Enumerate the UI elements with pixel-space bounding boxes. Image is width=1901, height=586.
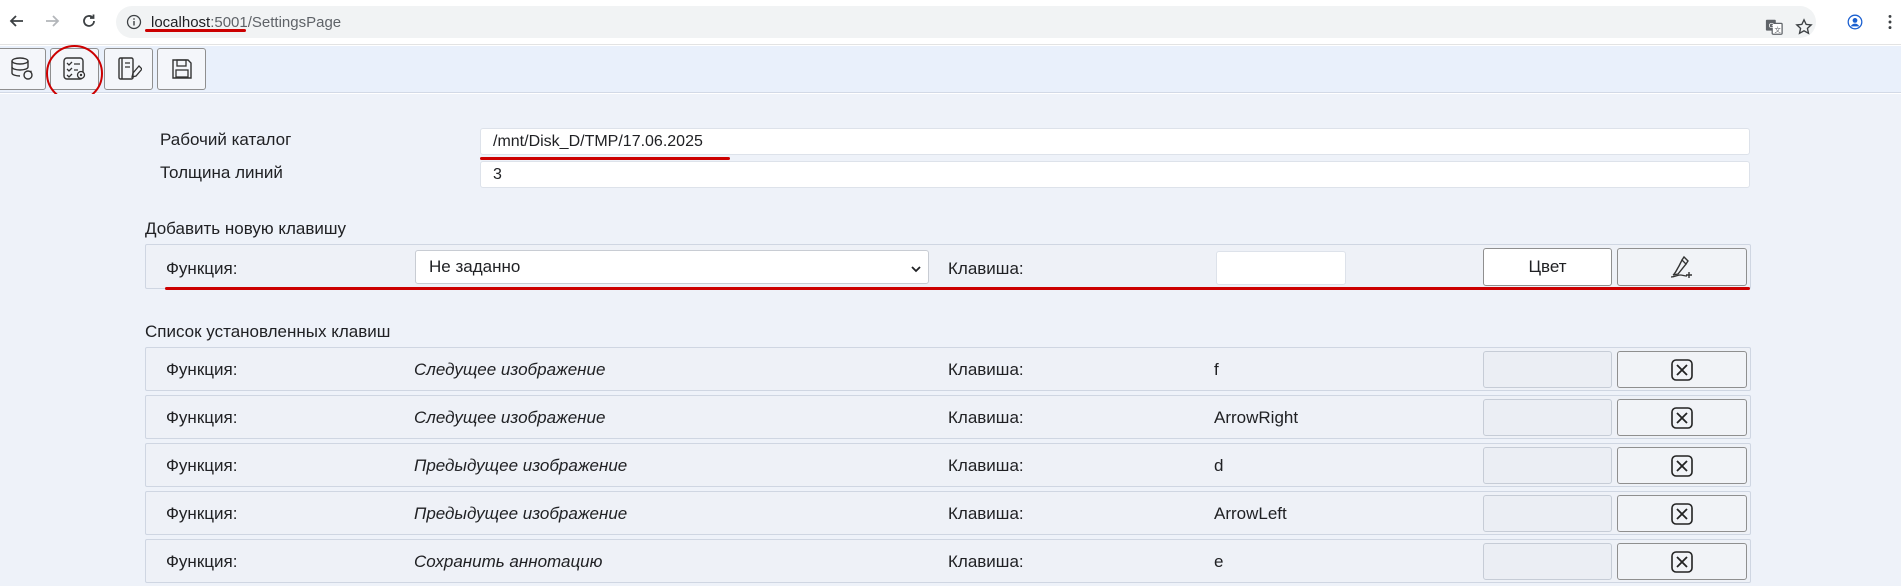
function-label: Функция: [166, 408, 238, 427]
chevron-down-icon [911, 266, 921, 273]
browser-bar: localhost:5001/SettingsPage G文 [0, 0, 1901, 45]
svg-text:文: 文 [1774, 25, 1781, 34]
url-path: /SettingsPage [247, 14, 342, 31]
key-label: Клавиша: [948, 408, 1024, 427]
reload-icon[interactable] [78, 10, 100, 32]
line-width-input[interactable]: 3 [480, 161, 1750, 188]
function-label: Функция: [166, 456, 238, 475]
svg-text:G: G [1769, 21, 1775, 30]
color-button[interactable]: Цвет [1483, 248, 1612, 286]
key-row-function: Следущее изображение [414, 408, 606, 427]
delete-key-button[interactable] [1617, 351, 1747, 388]
signature-add-icon [1670, 255, 1692, 278]
key-label: Клавиша: [948, 504, 1024, 523]
more-vert-icon[interactable] [1882, 11, 1898, 33]
function-select-value: Не заданно [429, 257, 521, 276]
key-row-key: ArrowLeft [1214, 504, 1287, 523]
key-row: Функция: Предыдущее изображение Клавиша:… [145, 443, 1751, 487]
key-row-key: d [1214, 456, 1224, 475]
function-label: Функция: [166, 504, 238, 523]
delete-key-button[interactable] [1617, 399, 1747, 436]
notes-edit-icon[interactable] [104, 48, 153, 90]
add-key-button[interactable] [1617, 248, 1747, 286]
settings-page: Рабочий каталог /mnt/Disk_D/TMP/17.06.20… [0, 94, 1901, 586]
delete-key-button[interactable] [1617, 447, 1747, 484]
function-label: Функция: [166, 259, 238, 278]
key-row: Функция: Сохранить аннотацию Клавиша: e [145, 539, 1751, 583]
key-row: Функция: Следущее изображение Клавиша: f [145, 347, 1751, 391]
key-color-swatch[interactable] [1483, 447, 1612, 484]
translate-icon[interactable]: G文 [1764, 17, 1784, 37]
key-color-swatch[interactable] [1483, 495, 1612, 532]
address-bar[interactable]: localhost:5001/SettingsPage G文 [116, 6, 1816, 38]
key-row-key: e [1214, 552, 1224, 571]
add-key-panel: Функция: Не заданно Клавиша: Цвет [145, 244, 1751, 289]
key-row: Функция: Предыдущее изображение Клавиша:… [145, 491, 1751, 535]
key-row-function: Следущее изображение [414, 360, 606, 379]
profile-icon[interactable] [1844, 11, 1866, 33]
key-label: Клавиша: [948, 360, 1024, 379]
key-label: Клавиша: [948, 456, 1024, 475]
key-row-function: Предыдущее изображение [414, 456, 628, 475]
close-box-icon [1671, 550, 1693, 573]
key-row-key: f [1214, 360, 1219, 379]
close-box-icon [1671, 502, 1693, 525]
info-icon[interactable] [126, 14, 142, 30]
key-color-swatch[interactable] [1483, 399, 1612, 436]
add-key-section-title: Добавить новую клавишу [145, 219, 346, 238]
key-color-swatch[interactable] [1483, 351, 1612, 388]
key-row-key: ArrowRight [1214, 408, 1299, 427]
star-icon[interactable] [1794, 17, 1814, 37]
work-dir-input[interactable]: /mnt/Disk_D/TMP/17.06.2025 [480, 128, 1750, 155]
close-box-icon [1671, 454, 1693, 477]
key-color-swatch[interactable] [1483, 543, 1612, 580]
work-dir-annotation-underline [480, 157, 730, 160]
key-row-function: Предыдущее изображение [414, 504, 628, 523]
app-toolbar [0, 46, 1901, 93]
key-label: Клавиша: [948, 552, 1024, 571]
save-icon[interactable] [157, 48, 206, 90]
database-icon[interactable] [0, 48, 46, 90]
function-select[interactable]: Не заданно [415, 250, 929, 284]
installed-keys-section-title: Список установленных клавиш [145, 322, 391, 341]
forward-arrow-icon[interactable] [41, 10, 63, 32]
close-box-icon [1671, 406, 1693, 429]
key-label: Клавиша: [948, 259, 1024, 278]
key-row-function: Сохранить аннотацию [414, 552, 603, 571]
line-width-label: Толщина линий [160, 163, 283, 182]
back-arrow-icon[interactable] [6, 10, 28, 32]
key-input[interactable] [1216, 251, 1346, 285]
key-row: Функция: Следущее изображение Клавиша: A… [145, 395, 1751, 439]
url-annotation-underline [145, 29, 246, 32]
function-label: Функция: [166, 360, 238, 379]
function-label: Функция: [166, 552, 238, 571]
delete-key-button[interactable] [1617, 495, 1747, 532]
close-box-icon [1671, 358, 1693, 381]
add-key-annotation-underline [165, 287, 1750, 290]
work-dir-label: Рабочий каталог [160, 130, 292, 149]
delete-key-button[interactable] [1617, 543, 1747, 580]
